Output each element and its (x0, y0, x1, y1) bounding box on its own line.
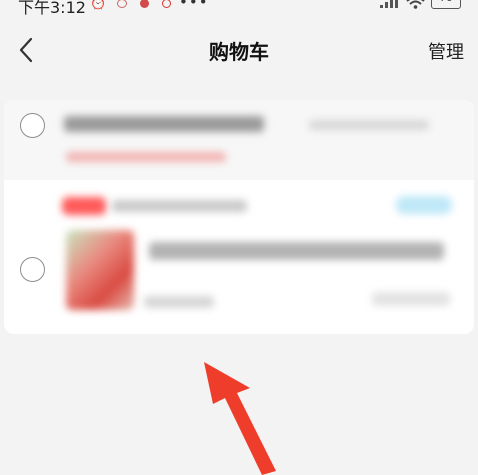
status-bar: 下午3:12 ⏰ ••• 76 (0, 0, 478, 17)
cart-store-card (4, 100, 474, 334)
product-title-blurred[interactable] (149, 242, 444, 260)
promo-tag-blurred (62, 197, 106, 215)
product-price-blurred (372, 292, 450, 306)
coupon-badge-blurred[interactable] (396, 196, 452, 214)
notification-app-icon (140, 0, 149, 8)
more-notifications-icon: ••• (179, 0, 209, 11)
notification-app-icon (117, 0, 127, 8)
store-select-checkbox[interactable] (20, 113, 45, 138)
status-time: 下午3:12 (18, 0, 86, 17)
notification-app-icon (162, 0, 171, 8)
product-spec-blurred[interactable] (144, 296, 214, 308)
store-promo-blurred (66, 152, 226, 162)
cellular-signal-icon (380, 0, 398, 8)
product-thumbnail[interactable] (66, 230, 134, 310)
manage-button[interactable]: 管理 (428, 38, 464, 64)
red-arrow-icon (204, 362, 276, 475)
store-name-blurred (64, 116, 264, 132)
battery-level: 76 (432, 0, 460, 4)
alarm-clock-icon: ⏰ (90, 0, 107, 11)
promo-text-blurred (112, 200, 247, 212)
wifi-icon (406, 0, 425, 9)
page-title: 购物车 (209, 40, 269, 64)
item-select-checkbox[interactable] (20, 257, 45, 282)
store-meta-blurred (309, 120, 429, 130)
store-header-row[interactable] (4, 100, 474, 180)
battery-icon: 76 (431, 0, 461, 9)
nav-header: 购物车 管理 (0, 22, 478, 78)
